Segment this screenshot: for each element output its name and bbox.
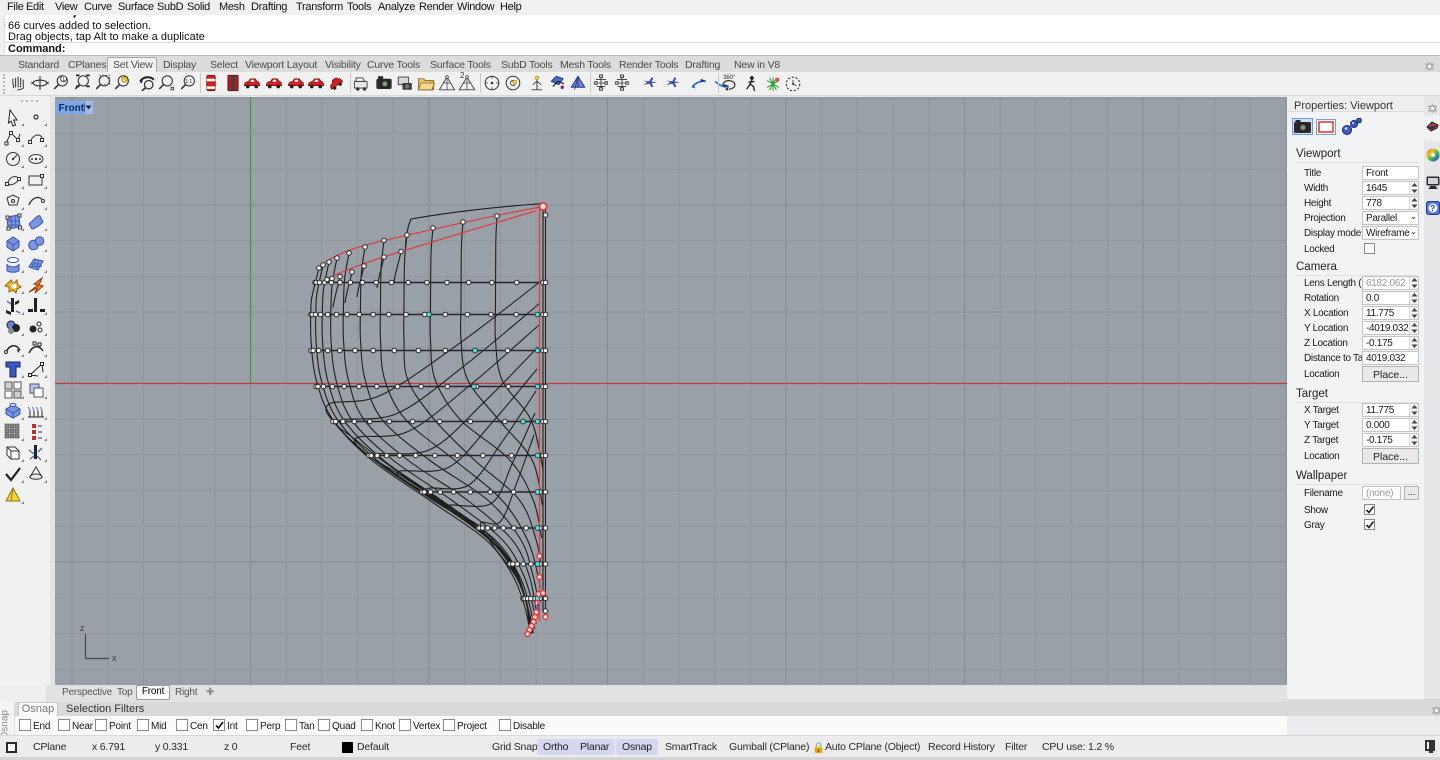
svg-text:2: 2 — [460, 72, 465, 80]
svg-text:1:1: 1:1 — [185, 79, 192, 85]
svg-text:1: 1 — [62, 77, 65, 83]
svg-text:Front: Front — [59, 103, 85, 114]
svg-text:360°: 360° — [723, 75, 736, 81]
svg-text:z: z — [80, 623, 85, 633]
svg-text:x: x — [112, 653, 117, 663]
svg-text:?: ? — [1430, 204, 1435, 213]
